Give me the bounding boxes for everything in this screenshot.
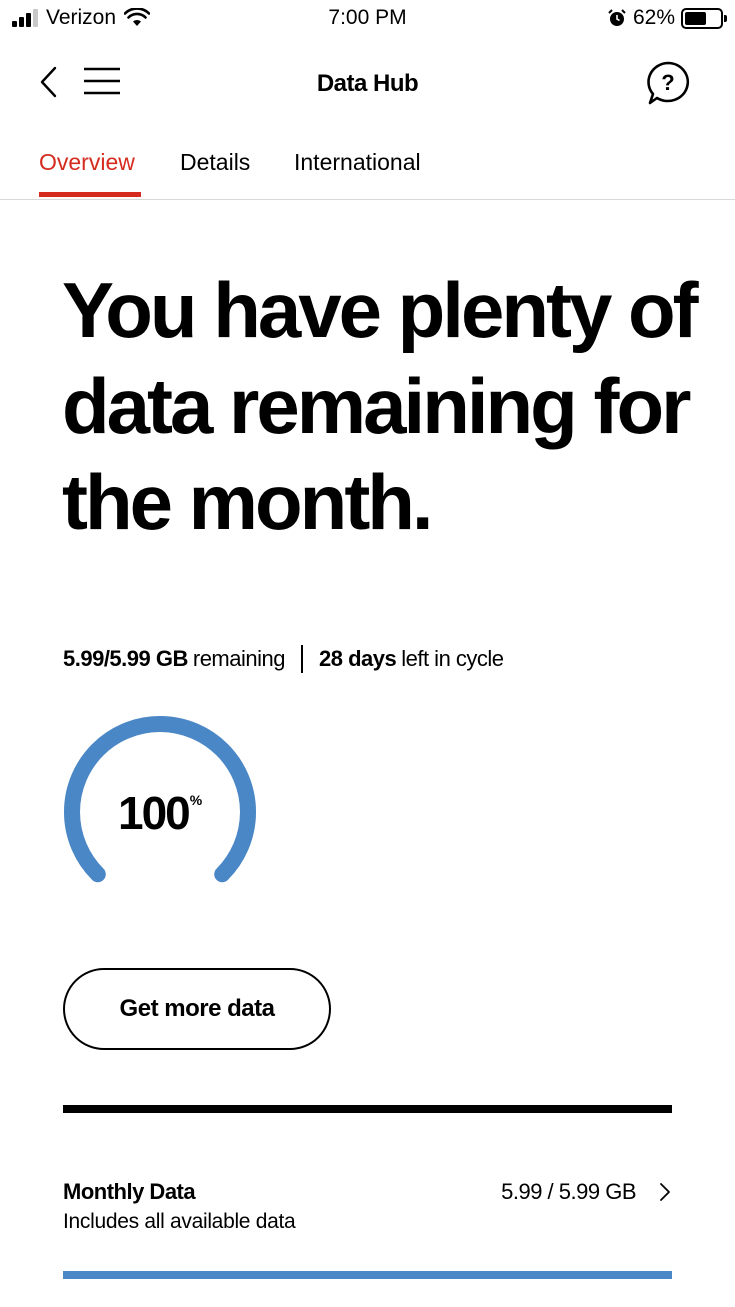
tab-details[interactable]: Details [180, 149, 250, 176]
nav-header: Data Hub ? [0, 50, 735, 114]
chevron-right-icon [660, 1183, 670, 1201]
tab-bar: Overview Details International [0, 140, 735, 200]
gauge-unit: % [189, 792, 203, 808]
svg-text:?: ? [661, 70, 674, 95]
alarm-icon [608, 9, 626, 26]
monthly-data-subtitle: Includes all available data [63, 1210, 296, 1233]
get-more-data-button[interactable]: Get more data [63, 968, 331, 1050]
gauge-percent: 100% [118, 786, 202, 840]
tab-overview[interactable]: Overview [39, 149, 135, 176]
help-chat-icon[interactable]: ? [645, 60, 691, 106]
monthly-data-title: Monthly Data [63, 1179, 196, 1204]
data-remaining-label: remaining [192, 646, 286, 671]
summary-divider [300, 645, 303, 673]
monthly-data-progress [63, 1271, 672, 1279]
battery-icon [681, 7, 727, 29]
active-tab-indicator [39, 192, 141, 197]
data-remaining-amount: 5.99/5.99 GB [63, 646, 188, 671]
days-left-label: left in cycle [401, 646, 504, 671]
status-bar: Verizon 7:00 PM 62% [0, 0, 735, 40]
headline: You have plenty of data remaining for th… [62, 266, 699, 546]
page-title: Data Hub [316, 70, 419, 97]
status-right: 62% [607, 6, 727, 30]
days-left-amount: 28 days [318, 646, 397, 671]
section-divider [63, 1105, 672, 1113]
monthly-data-row[interactable]: Monthly Data Includes all available data… [63, 1175, 672, 1245]
monthly-data-progress-fill [63, 1271, 672, 1279]
usage-summary: 5.99/5.99 GB remaining 28 days left in c… [63, 645, 504, 673]
gauge-value: 100 [118, 787, 191, 839]
battery-percent: 62% [632, 6, 675, 29]
monthly-data-value: 5.99 / 5.99 GB [501, 1179, 636, 1204]
tab-international[interactable]: International [294, 149, 421, 176]
battery-level [685, 11, 707, 25]
